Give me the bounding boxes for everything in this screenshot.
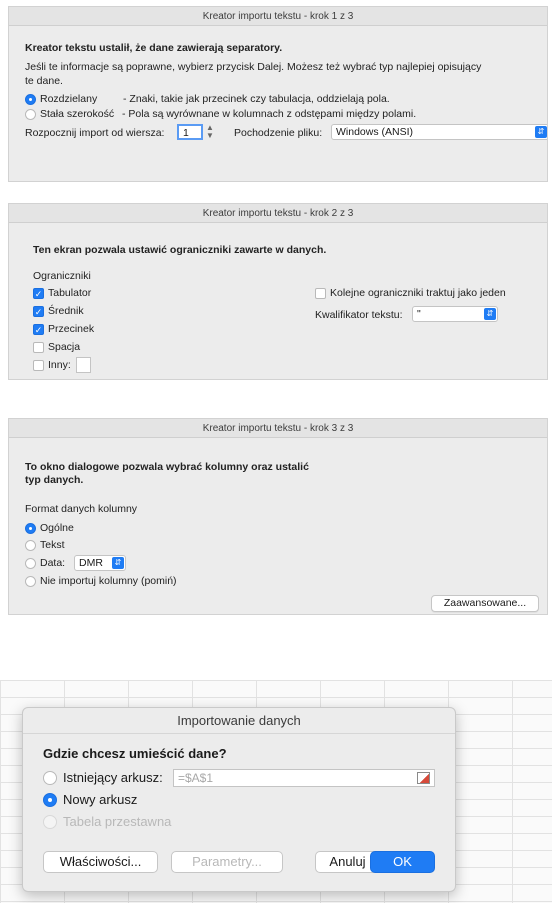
import-data-dialog: Importowanie danych Gdzie chcesz umieści… — [22, 707, 456, 892]
step1-title: Kreator importu tekstu - krok 1 z 3 — [9, 7, 547, 26]
ok-button[interactable]: OK — [370, 851, 435, 873]
radio-existing-sheet[interactable] — [43, 771, 57, 785]
other-delimiter-field[interactable] — [76, 357, 91, 373]
radio-skip-label[interactable]: Nie importuj kolumny (pomiń) — [40, 575, 177, 587]
origin-select-value: Windows (ANSI) — [336, 126, 414, 138]
radio-text-label[interactable]: Tekst — [40, 539, 65, 551]
step2-heading: Ten ekran pozwala ustawić ograniczniki z… — [33, 244, 327, 256]
radio-pivot-label: Tabela przestawna — [63, 814, 172, 829]
step1-desc-line1: Jeśli te informacje są poprawne, wybierz… — [25, 61, 482, 73]
check-tab[interactable]: ✓ — [33, 288, 44, 299]
step1-desc-line2: te dane. — [25, 75, 63, 87]
radio-delimited[interactable] — [25, 94, 36, 105]
step3-heading-line1: To okno dialogowe pozwala wybrać kolumny… — [25, 461, 309, 473]
date-format-select[interactable]: DMR ⇵ — [74, 555, 126, 571]
check-space[interactable] — [33, 342, 44, 353]
start-row-label: Rozpocznij import od wiersza: — [25, 127, 165, 139]
radio-text[interactable] — [25, 540, 36, 551]
import-title: Importowanie danych — [23, 708, 455, 734]
existing-ref-field[interactable]: =$A$1 — [173, 769, 435, 787]
check-other-label[interactable]: Inny: — [48, 359, 71, 371]
radio-general[interactable] — [25, 523, 36, 534]
import-question: Gdzie chcesz umieścić dane? — [43, 746, 227, 761]
radio-general-label[interactable]: Ogólne — [40, 522, 74, 534]
check-consecutive-label[interactable]: Kolejne ograniczniki traktuj jako jeden — [330, 287, 506, 299]
check-comma[interactable]: ✓ — [33, 324, 44, 335]
check-semicolon-label[interactable]: Średnik — [48, 305, 84, 317]
radio-date[interactable] — [25, 558, 36, 569]
check-tab-label[interactable]: Tabulator — [48, 287, 91, 299]
start-row-field[interactable]: 1 — [177, 124, 203, 140]
step2-title: Kreator importu tekstu - krok 2 z 3 — [9, 204, 547, 223]
properties-button[interactable]: Właściwości... — [43, 851, 158, 873]
origin-label: Pochodzenie pliku: — [234, 127, 323, 139]
radio-fixed-width[interactable] — [25, 109, 36, 120]
import-wizard-step1: Kreator importu tekstu - krok 1 z 3 Krea… — [8, 6, 548, 182]
check-comma-label[interactable]: Przecinek — [48, 323, 94, 335]
radio-existing-label[interactable]: Istniejący arkusz: — [63, 770, 163, 785]
check-other[interactable] — [33, 360, 44, 371]
start-row-stepper[interactable]: ▲ ▼ — [205, 124, 215, 140]
chevron-updown-icon: ⇵ — [484, 308, 496, 320]
radio-new-sheet[interactable] — [43, 793, 57, 807]
range-select-icon[interactable] — [417, 772, 430, 784]
qualifier-label: Kwalifikator tekstu: — [315, 309, 403, 321]
existing-ref-value: =$A$1 — [178, 771, 214, 785]
advanced-button[interactable]: Zaawansowane... — [431, 595, 539, 612]
step3-title: Kreator importu tekstu - krok 3 z 3 — [9, 419, 547, 438]
parameters-button: Parametry... — [171, 851, 283, 873]
delimiters-group-label: Ograniczniki — [33, 270, 91, 282]
radio-fixed-desc: - Pola są wyrównane w kolumnach z odstęp… — [122, 108, 417, 120]
radio-date-label[interactable]: Data: — [40, 557, 65, 569]
radio-delimited-label[interactable]: Rozdzielany — [40, 93, 97, 105]
origin-select[interactable]: Windows (ANSI) ⇵ — [331, 124, 547, 140]
check-semicolon[interactable]: ✓ — [33, 306, 44, 317]
qualifier-select[interactable]: " ⇵ — [412, 306, 498, 322]
radio-skip[interactable] — [25, 576, 36, 587]
radio-pivot-table[interactable] — [43, 815, 57, 829]
import-wizard-step3: Kreator importu tekstu - krok 3 z 3 To o… — [8, 418, 548, 615]
radio-new-sheet-label[interactable]: Nowy arkusz — [63, 792, 137, 807]
qualifier-select-value: " — [417, 308, 421, 320]
step3-heading-line2: typ danych. — [25, 474, 84, 486]
check-consecutive[interactable] — [315, 288, 326, 299]
column-format-group-label: Format danych kolumny — [25, 503, 138, 515]
date-format-value: DMR — [79, 557, 103, 569]
chevron-updown-icon: ⇵ — [112, 557, 124, 569]
chevron-updown-icon: ⇵ — [535, 126, 547, 138]
radio-delimited-desc: - Znaki, takie jak przecinek czy tabulac… — [123, 93, 390, 105]
import-wizard-step2: Kreator importu tekstu - krok 2 z 3 Ten … — [8, 203, 548, 380]
check-space-label[interactable]: Spacja — [48, 341, 80, 353]
radio-fixed-label[interactable]: Stała szerokość — [40, 108, 114, 120]
step1-heading: Kreator tekstu ustalił, że dane zawieraj… — [25, 42, 283, 54]
